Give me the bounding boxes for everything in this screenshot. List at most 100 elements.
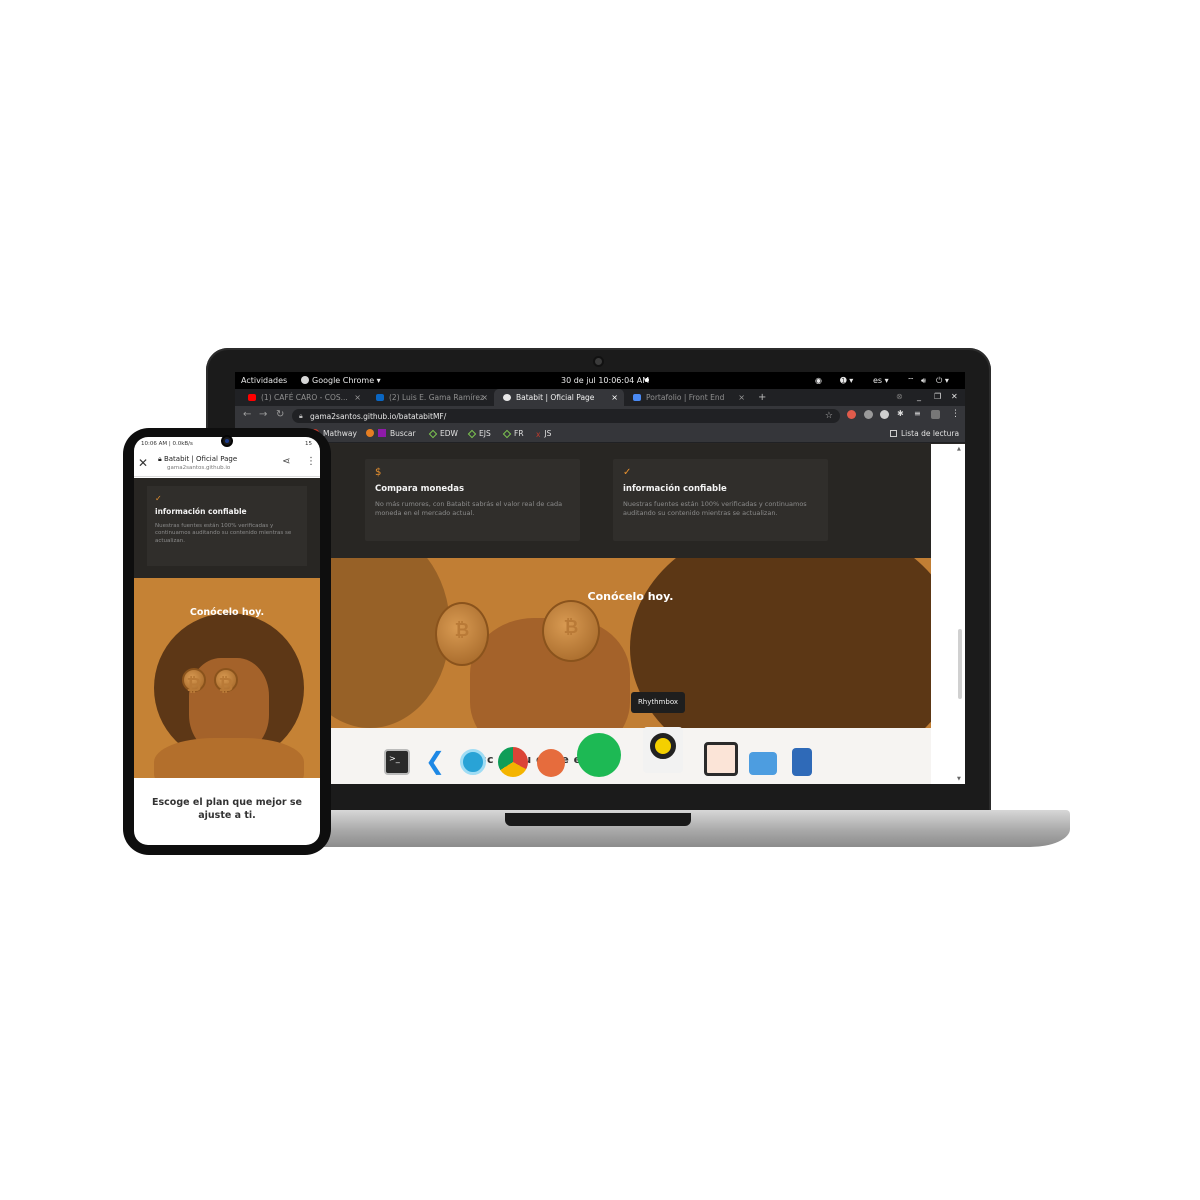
forward-icon[interactable]: →	[259, 409, 267, 420]
terminal-icon[interactable]: >_	[384, 749, 410, 775]
plans-section: sc el qu or se e a	[330, 728, 931, 784]
url-bar[interactable]: 🔒︎ gama2santos.github.io/batatabitMF/ ☆	[292, 409, 840, 423]
tab-linkedin[interactable]: (2) Luis E. Gama Ramírez ×	[367, 389, 494, 406]
scroll-up-icon[interactable]: ▲	[957, 446, 961, 452]
phone-feature-card: ✓ información confiable Nuestras fuentes…	[147, 486, 307, 566]
diamond-icon	[467, 429, 477, 439]
laptop-trackpad-notch	[505, 813, 691, 826]
media-control-icon[interactable]: ≡	[914, 409, 921, 418]
power-icon[interactable]: ⏻ ▾	[936, 376, 949, 386]
portfolio-icon	[633, 394, 641, 401]
chrome-menu-icon[interactable]: ⋮	[951, 409, 960, 419]
bookmark-fr[interactable]: FR	[502, 429, 524, 439]
close-tab-icon[interactable]: ×	[738, 393, 745, 402]
text-editor-icon[interactable]	[792, 748, 812, 776]
close-tab-icon[interactable]: ×	[611, 393, 618, 402]
hero-title: Conócelo hoy.	[189, 607, 265, 618]
phone-status-left: 10:06 AM | 0.0kB/s	[141, 441, 193, 447]
close-window-button[interactable]: ✕	[951, 392, 958, 401]
app-menu[interactable]: Google Chrome ▾	[301, 376, 381, 385]
activities-button[interactable]: Actividades	[241, 376, 287, 385]
close-tab-icon[interactable]: ×	[354, 393, 361, 402]
settings-icon[interactable]	[460, 749, 486, 775]
accessibility-icon[interactable]: ➊ ▾	[840, 376, 853, 385]
rhythmbox-disc-icon	[650, 733, 676, 759]
buscar-icon	[366, 429, 374, 437]
tab-strip: (1) CAFÉ CARO - COS... × (2) Luis E. Gam…	[235, 389, 965, 406]
web-page: $ Compara monedas No más rumores, con Ba…	[235, 444, 931, 784]
network-icon[interactable]: ⌔	[907, 376, 915, 386]
back-icon[interactable]: ←	[243, 409, 251, 420]
share-icon[interactable]: ⋖	[282, 456, 290, 467]
card-text: Nuestras fuentes están 100% verificadas …	[155, 523, 292, 544]
bitcoin-coin-right	[214, 668, 238, 696]
reload-icon[interactable]: ↻	[276, 409, 284, 420]
phone-status-right: 15	[305, 441, 312, 447]
bookmarks-bar: Mathway Buscar EDW EJS FR x JS Lista de l…	[235, 425, 965, 443]
files-icon[interactable]	[749, 752, 777, 775]
language-selector[interactable]: es ▾	[873, 376, 889, 385]
recording-indicator-icon	[645, 378, 649, 382]
vscode-icon[interactable]: ❮	[422, 749, 448, 775]
url-text: gama2santos.github.io/batatabitMF/	[310, 412, 447, 421]
extension-icon[interactable]	[880, 410, 889, 419]
tab-portafolio[interactable]: Portafolio | Front End ×	[624, 389, 751, 406]
bookmark-buscar[interactable]: Buscar	[366, 429, 416, 438]
check-circle-icon: ✓	[155, 494, 162, 503]
lock-icon: 🔒︎	[299, 412, 303, 420]
new-tab-button[interactable]: +	[758, 392, 766, 403]
card-text: No más rumores, con Batabit sabrás el va…	[375, 500, 563, 517]
youtube-icon	[248, 394, 256, 401]
card-title: información confiable	[155, 507, 247, 516]
card-title: Compara monedas	[375, 484, 465, 494]
diamond-icon	[502, 429, 512, 439]
extension-icon[interactable]	[847, 410, 856, 419]
linkedin-icon	[376, 394, 384, 401]
close-icon[interactable]: ✕	[138, 456, 148, 470]
xd-icon	[378, 429, 386, 437]
bitcoin-coin-left	[435, 602, 489, 666]
chrome-icon[interactable]	[498, 747, 528, 777]
dollar-icon: $	[375, 467, 382, 478]
phone-url: gama2santos.github.io	[167, 465, 231, 471]
spotify-icon[interactable]	[577, 733, 621, 777]
bookmark-star-icon[interactable]: ☆	[825, 411, 833, 421]
hero-image-shoulders	[154, 738, 304, 778]
volume-icon[interactable]: 🔊︎	[921, 376, 926, 386]
bookmark-edw[interactable]: EDW	[428, 429, 458, 439]
laptop-camera	[593, 356, 604, 367]
tab-youtube[interactable]: (1) CAFÉ CARO - COS... ×	[239, 389, 367, 406]
profile-icon[interactable]	[931, 410, 940, 419]
chrome-tray-icon[interactable]: ◉	[815, 376, 822, 385]
more-icon[interactable]: ⋮	[306, 456, 316, 467]
feature-card-compare: $ Compara monedas No más rumores, con Ba…	[365, 459, 580, 541]
extension-icon[interactable]	[864, 410, 873, 419]
scroll-down-icon[interactable]: ▼	[957, 776, 961, 782]
maximize-button[interactable]: ❐	[934, 392, 941, 401]
site-icon	[503, 394, 511, 401]
gnome-top-bar: Actividades Google Chrome ▾ 30 de jul 10…	[235, 372, 965, 389]
rhythmbox-icon[interactable]	[643, 727, 683, 773]
scroll-thumb[interactable]	[958, 629, 962, 699]
hero-title: Conócelo hoy.	[587, 590, 674, 603]
puzzle-extensions-icon[interactable]: ✱	[897, 409, 904, 418]
phone-tab-title: 🔒︎ Batabit | Oficial Page	[158, 455, 238, 463]
clock[interactable]: 30 de jul 10:06:04 AM	[561, 376, 649, 385]
reading-list-button[interactable]: Lista de lectura	[890, 429, 959, 438]
phone-features-section: ✓ información confiable Nuestras fuentes…	[134, 478, 320, 578]
reading-list-icon	[890, 430, 897, 437]
bookmark-ejs[interactable]: EJS	[467, 429, 491, 439]
tab-search-icon[interactable]: ⊗	[896, 392, 903, 401]
card-title: información confiable	[623, 484, 727, 494]
image-viewer-icon[interactable]	[704, 742, 738, 776]
check-circle-icon: ✓	[623, 467, 632, 478]
close-tab-icon[interactable]: ×	[481, 393, 488, 402]
firefox-icon[interactable]	[537, 749, 565, 777]
phone-hero-banner: Conócelo hoy.	[134, 578, 320, 778]
bitcoin-coin-right	[542, 600, 600, 662]
bookmark-js[interactable]: x JS	[536, 429, 551, 439]
tab-batabit[interactable]: Batabit | Oficial Page ×	[494, 389, 624, 406]
minimize-button[interactable]: _	[917, 392, 921, 401]
page-scrollbar[interactable]: ▲ ▼	[931, 444, 965, 784]
feature-card-reliable: ✓ información confiable Nuestras fuentes…	[613, 459, 828, 541]
